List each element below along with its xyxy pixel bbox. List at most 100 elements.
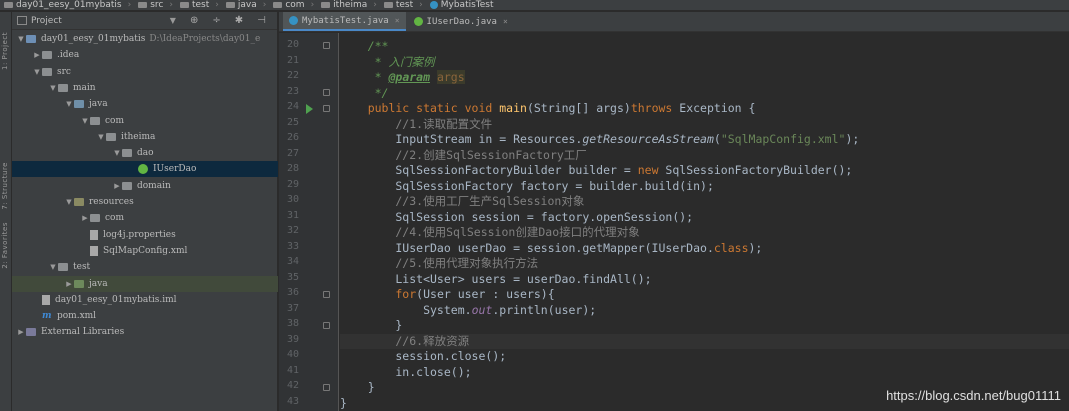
chevron-down-icon[interactable]: ▼ <box>48 263 58 271</box>
line-number: 26 <box>286 132 299 143</box>
chevron-right-icon[interactable]: ▶ <box>64 280 74 288</box>
breadcrumb-label: test <box>395 0 414 10</box>
close-icon[interactable]: × <box>503 17 508 26</box>
code-line[interactable]: * @param args <box>340 70 1069 86</box>
project-tree-item[interactable]: SqlMapConfig.xml <box>12 243 278 259</box>
chevron-down-icon[interactable]: ▼ <box>32 68 42 76</box>
code-line[interactable]: SqlSession session = factory.openSession… <box>340 210 1069 226</box>
folder-icon <box>4 2 13 8</box>
project-tree-item[interactable]: ▼ dao <box>12 145 278 161</box>
structure-tool-tab[interactable]: 7: Structure <box>1 162 9 210</box>
tree-item-label: SqlMapConfig.xml <box>103 245 188 256</box>
hide-panel-icon[interactable]: ⊣ <box>257 15 266 26</box>
breadcrumb-label: test <box>191 0 210 10</box>
code-line[interactable]: /** <box>340 39 1069 55</box>
code-line[interactable]: session.close(); <box>340 349 1069 365</box>
project-tree-item[interactable]: ▼ java <box>12 96 278 112</box>
breadcrumb-item[interactable]: src › <box>138 0 173 10</box>
fold-marker-icon[interactable] <box>323 105 330 112</box>
run-main-icon[interactable] <box>306 104 313 114</box>
favorites-tool-tab[interactable]: 2: Favorites <box>1 222 9 269</box>
code-line[interactable]: InputStream in = Resources.getResourceAs… <box>340 132 1069 148</box>
chevron-right-icon[interactable]: ▶ <box>32 51 42 59</box>
project-tree-item[interactable]: ▼ day01_eesy_01mybatis D:\IdeaProjects\day… <box>12 31 278 47</box>
chevron-down-icon[interactable]: ▼ <box>64 100 74 108</box>
code-line[interactable]: //1.读取配置文件 <box>340 117 1069 133</box>
code-line[interactable]: //5.使用代理对象执行方法 <box>340 256 1069 272</box>
project-tree-item[interactable]: ▼ com <box>12 113 278 129</box>
project-view-selector[interactable]: Project <box>31 16 62 26</box>
code-line[interactable]: //4.使用SqlSession创建Dao接口的代理对象 <box>340 225 1069 241</box>
project-tree-item[interactable]: ▶ com <box>12 210 278 226</box>
project-tree-item[interactable]: ▶ domain <box>12 178 278 194</box>
collapse-all-icon[interactable]: ÷ <box>212 15 220 26</box>
project-tree-item[interactable]: IUserDao <box>12 161 278 178</box>
code-line[interactable]: SqlSessionFactory factory = builder.buil… <box>340 179 1069 195</box>
breadcrumb-item[interactable]: test › <box>383 0 423 10</box>
chevron-down-icon[interactable]: ▼ <box>112 149 122 157</box>
breadcrumb-item[interactable]: com › <box>273 0 314 10</box>
fold-marker-icon[interactable] <box>323 291 330 298</box>
code-editor[interactable]: /** * 入门案例 * @param args */ public stati… <box>340 33 1069 411</box>
code-line[interactable]: System.out.println(user); <box>340 303 1069 319</box>
code-line[interactable]: //6.释放资源 <box>340 333 1069 349</box>
code-line[interactable]: for(User user : users){ <box>340 287 1069 303</box>
project-tree-item[interactable]: ▶ .idea <box>12 47 278 63</box>
breadcrumb-separator-icon: › <box>310 0 315 10</box>
fold-marker-icon[interactable] <box>323 322 330 329</box>
code-line[interactable]: in.close(); <box>340 365 1069 381</box>
breadcrumb-item[interactable]: MybatisTest <box>429 0 494 10</box>
code-line[interactable]: //3.使用工厂生产SqlSession对象 <box>340 194 1069 210</box>
chevron-down-icon[interactable]: ▼ <box>80 117 90 125</box>
chevron-down-icon[interactable]: ▼ <box>170 16 176 25</box>
fold-marker-icon[interactable] <box>323 42 330 49</box>
line-number: 38 <box>286 318 299 329</box>
project-tree-item[interactable]: ▼ test <box>12 259 278 275</box>
project-tree-item[interactable]: log4j.properties <box>12 227 278 243</box>
library-icon <box>26 328 36 337</box>
code-line[interactable]: */ <box>340 86 1069 102</box>
chevron-down-icon[interactable]: ▼ <box>96 133 106 141</box>
breadcrumb-item[interactable]: java › <box>225 0 266 10</box>
code-line[interactable]: List<User> users = userDao.findAll(); <box>340 272 1069 288</box>
project-tool-tab[interactable]: 1: Project <box>1 32 9 70</box>
code-line[interactable]: //2.创建SqlSessionFactory工厂 <box>340 148 1069 164</box>
fold-marker-icon[interactable] <box>323 89 330 96</box>
code-line[interactable]: } <box>340 318 1069 334</box>
breadcrumb-item[interactable]: test › <box>179 0 219 10</box>
chevron-down-icon[interactable]: ▼ <box>16 35 26 43</box>
project-tree-item[interactable]: ▶ External Libraries <box>12 324 278 340</box>
chevron-right-icon[interactable]: ▶ <box>16 328 26 336</box>
chevron-down-icon[interactable]: ▼ <box>48 84 58 92</box>
breadcrumb-label: MybatisTest <box>440 0 494 10</box>
tree-item-label: com <box>105 115 124 126</box>
fold-marker-icon[interactable] <box>323 384 330 391</box>
chevron-down-icon[interactable]: ▼ <box>64 198 74 206</box>
project-tree-item[interactable]: m pom.xml <box>12 308 278 324</box>
code-line[interactable]: * 入门案例 <box>340 55 1069 71</box>
class-icon <box>289 16 298 25</box>
close-icon[interactable]: × <box>395 16 400 25</box>
sync-icon[interactable]: ⊕ <box>190 15 198 26</box>
breadcrumb-separator-icon: › <box>127 0 132 10</box>
editor-tab[interactable]: IUserDao.java × <box>408 12 514 31</box>
tree-item-label: External Libraries <box>41 327 125 338</box>
project-tree-item[interactable]: ▼ itheima <box>12 129 278 145</box>
chevron-right-icon[interactable]: ▶ <box>112 182 122 190</box>
breadcrumb-item[interactable]: itheima › <box>321 0 377 10</box>
chevron-right-icon[interactable]: ▶ <box>80 214 90 222</box>
tree-item-label: com <box>105 213 124 224</box>
folder-icon <box>273 2 283 8</box>
project-tree-item[interactable]: ▼ src <box>12 64 278 80</box>
project-tree-item[interactable]: ▶ java <box>12 275 278 292</box>
code-line[interactable]: IUserDao userDao = session.getMapper(IUs… <box>340 241 1069 257</box>
tree-item-label: pom.xml <box>57 311 97 322</box>
breadcrumb-item[interactable]: day01_eesy_01mybatis › <box>4 0 131 10</box>
project-tree-item[interactable]: ▼ resources <box>12 194 278 210</box>
project-tree-item[interactable]: ▼ main <box>12 80 278 96</box>
gear-icon[interactable]: ✱ <box>235 15 243 26</box>
editor-tab[interactable]: MybatisTest.java × <box>283 12 406 31</box>
code-line[interactable]: SqlSessionFactoryBuilder builder = new S… <box>340 163 1069 179</box>
project-tree-item[interactable]: day01_eesy_01mybatis.iml <box>12 292 278 308</box>
code-line[interactable]: public static void main(String[] args)th… <box>340 101 1069 117</box>
